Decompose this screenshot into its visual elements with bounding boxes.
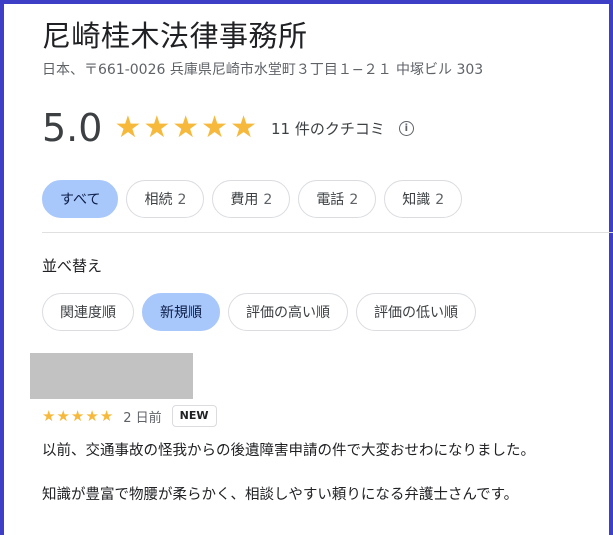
info-icon[interactable]: i: [398, 120, 414, 136]
filter-chip-label: 費用: [230, 192, 259, 208]
filter-chip-knowledge[interactable]: 知識 2: [384, 180, 463, 218]
filter-chip-inheritance[interactable]: 相続 2: [126, 180, 205, 218]
star-icon: ★: [99, 407, 114, 425]
star-icon: ★: [201, 110, 229, 145]
filter-chip-label: 知識: [402, 192, 431, 208]
review-meta: ★ ★ ★ ★ ★ 2 日前 NEW: [42, 405, 217, 427]
review-stars: ★ ★ ★ ★ ★: [42, 408, 114, 424]
filter-chip-all[interactable]: すべて: [42, 180, 119, 218]
filter-chip-count: 2: [263, 192, 273, 208]
filter-chip-label: 相続: [144, 192, 173, 208]
business-address: 日本、〒661-0026 兵庫県尼崎市水堂町３丁目１−２１ 中塚ビル 303: [42, 62, 484, 78]
star-icon: ★: [85, 407, 99, 425]
sort-label: 並べ替え: [42, 257, 103, 275]
star-icon: ★: [70, 407, 85, 425]
review-text-paragraph: 以前、交通事故の怪我からの後遺障害申請の件で大変おせわになりました。: [42, 443, 535, 459]
review-date: 2 日前: [123, 410, 162, 426]
star-icon: ★: [172, 110, 200, 145]
rating-summary: 5.0 ★ ★ ★ ★ ★ 11 件のクチコミ i: [42, 100, 414, 156]
filter-chip-label: すべて: [60, 192, 101, 208]
filter-chip-phone[interactable]: 電話 2: [298, 180, 377, 218]
new-badge: NEW: [171, 405, 217, 427]
review-count[interactable]: 11 件のクチコミ: [271, 118, 385, 139]
review-topic-filters: すべて 相続 2 費用 2 電話 2 知識 2: [42, 180, 470, 218]
filter-chip-fees[interactable]: 費用 2: [212, 180, 291, 218]
filter-chip-count: 2: [349, 192, 359, 208]
sort-chip-lowest[interactable]: 評価の低い順: [356, 293, 476, 331]
sort-chip-newest[interactable]: 新規順: [142, 293, 220, 331]
sort-options: 関連度順 新規順 評価の高い順 評価の低い順: [42, 293, 484, 331]
filter-chip-count: 2: [177, 192, 187, 208]
rating-stars: ★ ★ ★ ★ ★: [114, 113, 259, 143]
sort-chip-highest[interactable]: 評価の高い順: [228, 293, 348, 331]
rating-score: 5.0: [42, 106, 103, 150]
redacted-reviewer-info: [30, 353, 193, 399]
star-icon: ★: [143, 110, 171, 145]
sort-chip-relevance[interactable]: 関連度順: [42, 293, 134, 331]
review-text-paragraph: 知識が豊富で物腰が柔らかく、相談しやすい頼りになる弁護士さんです。: [42, 487, 519, 503]
star-icon: ★: [56, 407, 70, 425]
star-icon: ★: [230, 110, 257, 145]
star-icon: ★: [114, 110, 142, 145]
filter-chip-count: 2: [435, 192, 445, 208]
business-name: 尼崎桂木法律事務所: [42, 19, 308, 53]
section-divider: [42, 232, 613, 233]
star-icon: ★: [42, 407, 56, 425]
filter-chip-label: 電話: [316, 192, 345, 208]
